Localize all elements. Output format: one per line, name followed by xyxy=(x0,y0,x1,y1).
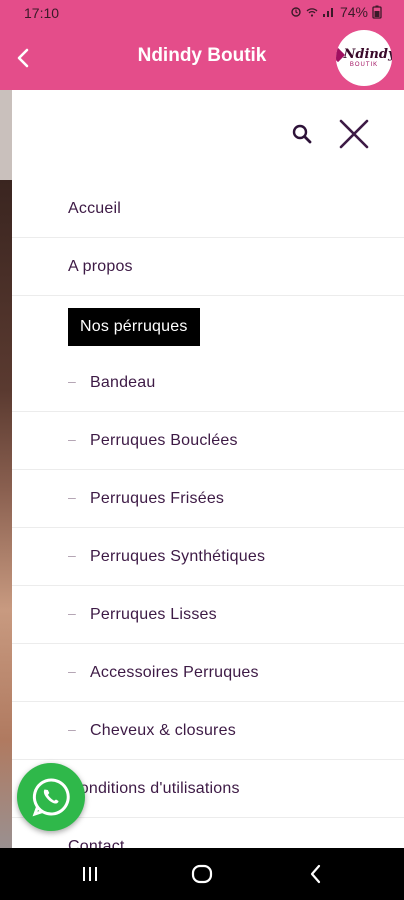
menu-item-label: Bandeau xyxy=(90,374,156,391)
menu-item-label: Contact xyxy=(68,838,125,848)
wifi-icon xyxy=(306,8,318,17)
search-icon xyxy=(292,124,312,144)
signal-icon xyxy=(322,8,333,17)
brand-logo[interactable]: Ndindy BOUTIK xyxy=(336,30,392,86)
home-button[interactable] xyxy=(187,860,217,888)
submenu-dash: – xyxy=(68,605,76,621)
menu-item-label: Cheveux & closures xyxy=(90,722,236,739)
menu-item-accueil[interactable]: Accueil xyxy=(12,180,404,238)
logo-subtext: BOUTIK xyxy=(349,62,379,68)
status-time: 17:10 xyxy=(24,5,60,21)
menu-item-nos-perruques[interactable]: Nos pérruques xyxy=(12,296,404,354)
submenu-item-accessoires-perruques[interactable]: – Accessoires Perruques xyxy=(12,644,404,702)
submenu-item-perruques-bouclees[interactable]: – Perruques Bouclées xyxy=(12,412,404,470)
submenu-item-bandeau[interactable]: – Bandeau xyxy=(12,354,404,412)
drawer-menu: Accueil A propos Nos pérruques – Bandeau… xyxy=(12,180,404,848)
app-bar: Ndindy Boutik Ndindy BOUTIK xyxy=(0,26,404,90)
recents-button[interactable] xyxy=(75,860,105,888)
submenu-dash: – xyxy=(68,373,76,389)
home-icon xyxy=(191,864,213,884)
back-icon xyxy=(310,864,321,884)
menu-item-a-propos[interactable]: A propos xyxy=(12,238,404,296)
submenu-dash: – xyxy=(68,489,76,505)
recents-icon xyxy=(83,867,97,881)
whatsapp-icon xyxy=(32,778,70,817)
menu-item-label: Perruques Bouclées xyxy=(90,432,238,449)
navigation-drawer: Accueil A propos Nos pérruques – Bandeau… xyxy=(12,90,404,848)
menu-item-label: Accessoires Perruques xyxy=(90,664,259,681)
drawer-header xyxy=(12,90,404,180)
submenu-dash: – xyxy=(68,431,76,447)
submenu-item-perruques-lisses[interactable]: – Perruques Lisses xyxy=(12,586,404,644)
background-photo-strip xyxy=(0,90,12,848)
status-icons: 74% xyxy=(290,4,382,20)
submenu-dash: – xyxy=(68,547,76,563)
menu-item-label: Perruques Lisses xyxy=(90,606,217,623)
menu-item-label: Nos pérruques xyxy=(68,308,200,346)
submenu-item-perruques-synthetiques[interactable]: – Perruques Synthétiques xyxy=(12,528,404,586)
search-button[interactable] xyxy=(288,120,316,148)
battery-percent: 74% xyxy=(339,4,368,20)
battery-icon xyxy=(372,5,382,19)
close-button[interactable] xyxy=(336,116,372,152)
alarm-icon xyxy=(291,7,301,17)
menu-item-label: Perruques Synthétiques xyxy=(90,548,266,565)
status-bar: 17:10 74% xyxy=(0,0,404,26)
menu-item-label: Perruques Frisées xyxy=(90,490,225,507)
system-nav-bar xyxy=(0,848,404,900)
whatsapp-button[interactable] xyxy=(17,763,85,831)
menu-item-label: A propos xyxy=(68,258,133,275)
system-back-button[interactable] xyxy=(301,860,331,888)
logo-text: Ndindy xyxy=(343,47,393,62)
submenu-dash: – xyxy=(68,721,76,737)
submenu-dash: – xyxy=(68,663,76,679)
menu-item-label: Accueil xyxy=(68,200,121,217)
submenu-item-cheveux-closures[interactable]: – Cheveux & closures xyxy=(12,702,404,760)
submenu-item-perruques-frisees[interactable]: – Perruques Frisées xyxy=(12,470,404,528)
close-icon xyxy=(339,119,369,149)
menu-item-label: Conditions d'utilisations xyxy=(68,780,240,797)
